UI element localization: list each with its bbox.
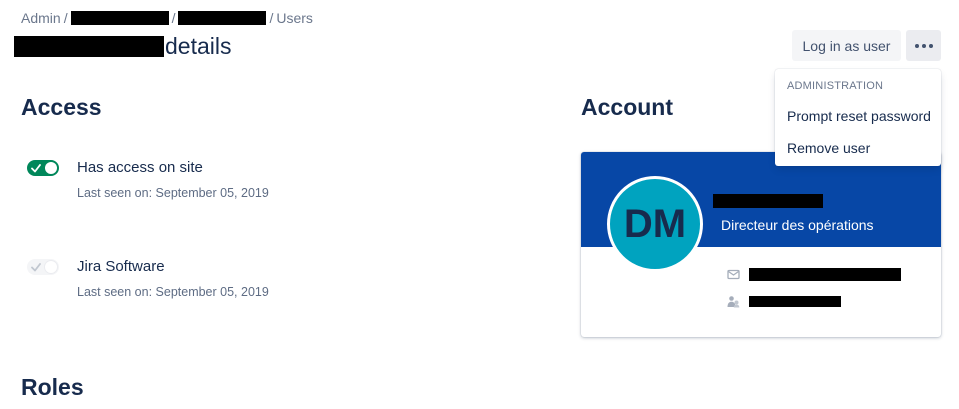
site-access-toggle[interactable] bbox=[27, 160, 59, 176]
more-dot-icon bbox=[921, 43, 926, 48]
toggle-knob bbox=[45, 261, 57, 273]
log-in-as-user-button[interactable]: Log in as user bbox=[792, 30, 901, 61]
check-icon bbox=[31, 164, 41, 173]
jira-software-toggle[interactable] bbox=[27, 259, 59, 275]
breadcrumb-separator: / bbox=[269, 10, 274, 26]
account-card: DM Directeur des opérations bbox=[581, 152, 941, 337]
redacted-user-name bbox=[14, 36, 164, 57]
roles-section-title: Roles bbox=[21, 374, 84, 400]
more-dot-icon bbox=[928, 43, 933, 48]
page-title: details bbox=[14, 33, 231, 60]
redacted-organization bbox=[749, 296, 841, 307]
email-row bbox=[727, 268, 901, 281]
more-dot-icon bbox=[914, 43, 919, 48]
more-actions-button[interactable] bbox=[906, 30, 941, 61]
product-name: Has access on site bbox=[77, 159, 203, 176]
access-section-title: Access bbox=[21, 94, 102, 120]
breadcrumb: Admin / / / Users bbox=[21, 10, 313, 26]
check-icon bbox=[31, 263, 41, 272]
page-title-suffix: details bbox=[165, 33, 232, 59]
breadcrumb-admin[interactable]: Admin bbox=[21, 10, 61, 26]
redacted-email bbox=[749, 268, 901, 281]
more-actions-dropdown: ADMINISTRATION Prompt reset password Rem… bbox=[775, 69, 941, 166]
breadcrumb-separator: / bbox=[63, 10, 68, 26]
breadcrumb-separator: / bbox=[171, 10, 176, 26]
prompt-reset-password-item[interactable]: Prompt reset password bbox=[787, 108, 931, 124]
breadcrumb-redacted-site[interactable] bbox=[70, 11, 169, 25]
organization-row bbox=[727, 295, 841, 308]
breadcrumb-redacted-org[interactable] bbox=[178, 11, 267, 25]
account-role: Directeur des opérations bbox=[721, 217, 874, 233]
breadcrumb-users[interactable]: Users bbox=[276, 10, 313, 26]
email-icon bbox=[727, 269, 740, 280]
toggle-knob bbox=[45, 162, 57, 174]
organization-icon bbox=[727, 296, 740, 308]
avatar: DM bbox=[607, 176, 703, 272]
account-section-title: Account bbox=[581, 94, 673, 120]
last-seen-text: Last seen on: September 05, 2019 bbox=[77, 285, 269, 299]
last-seen-text: Last seen on: September 05, 2019 bbox=[77, 186, 269, 200]
dropdown-heading: ADMINISTRATION bbox=[787, 80, 884, 92]
product-name: Jira Software bbox=[77, 258, 165, 275]
redacted-account-name bbox=[713, 194, 823, 208]
remove-user-item[interactable]: Remove user bbox=[787, 140, 870, 156]
